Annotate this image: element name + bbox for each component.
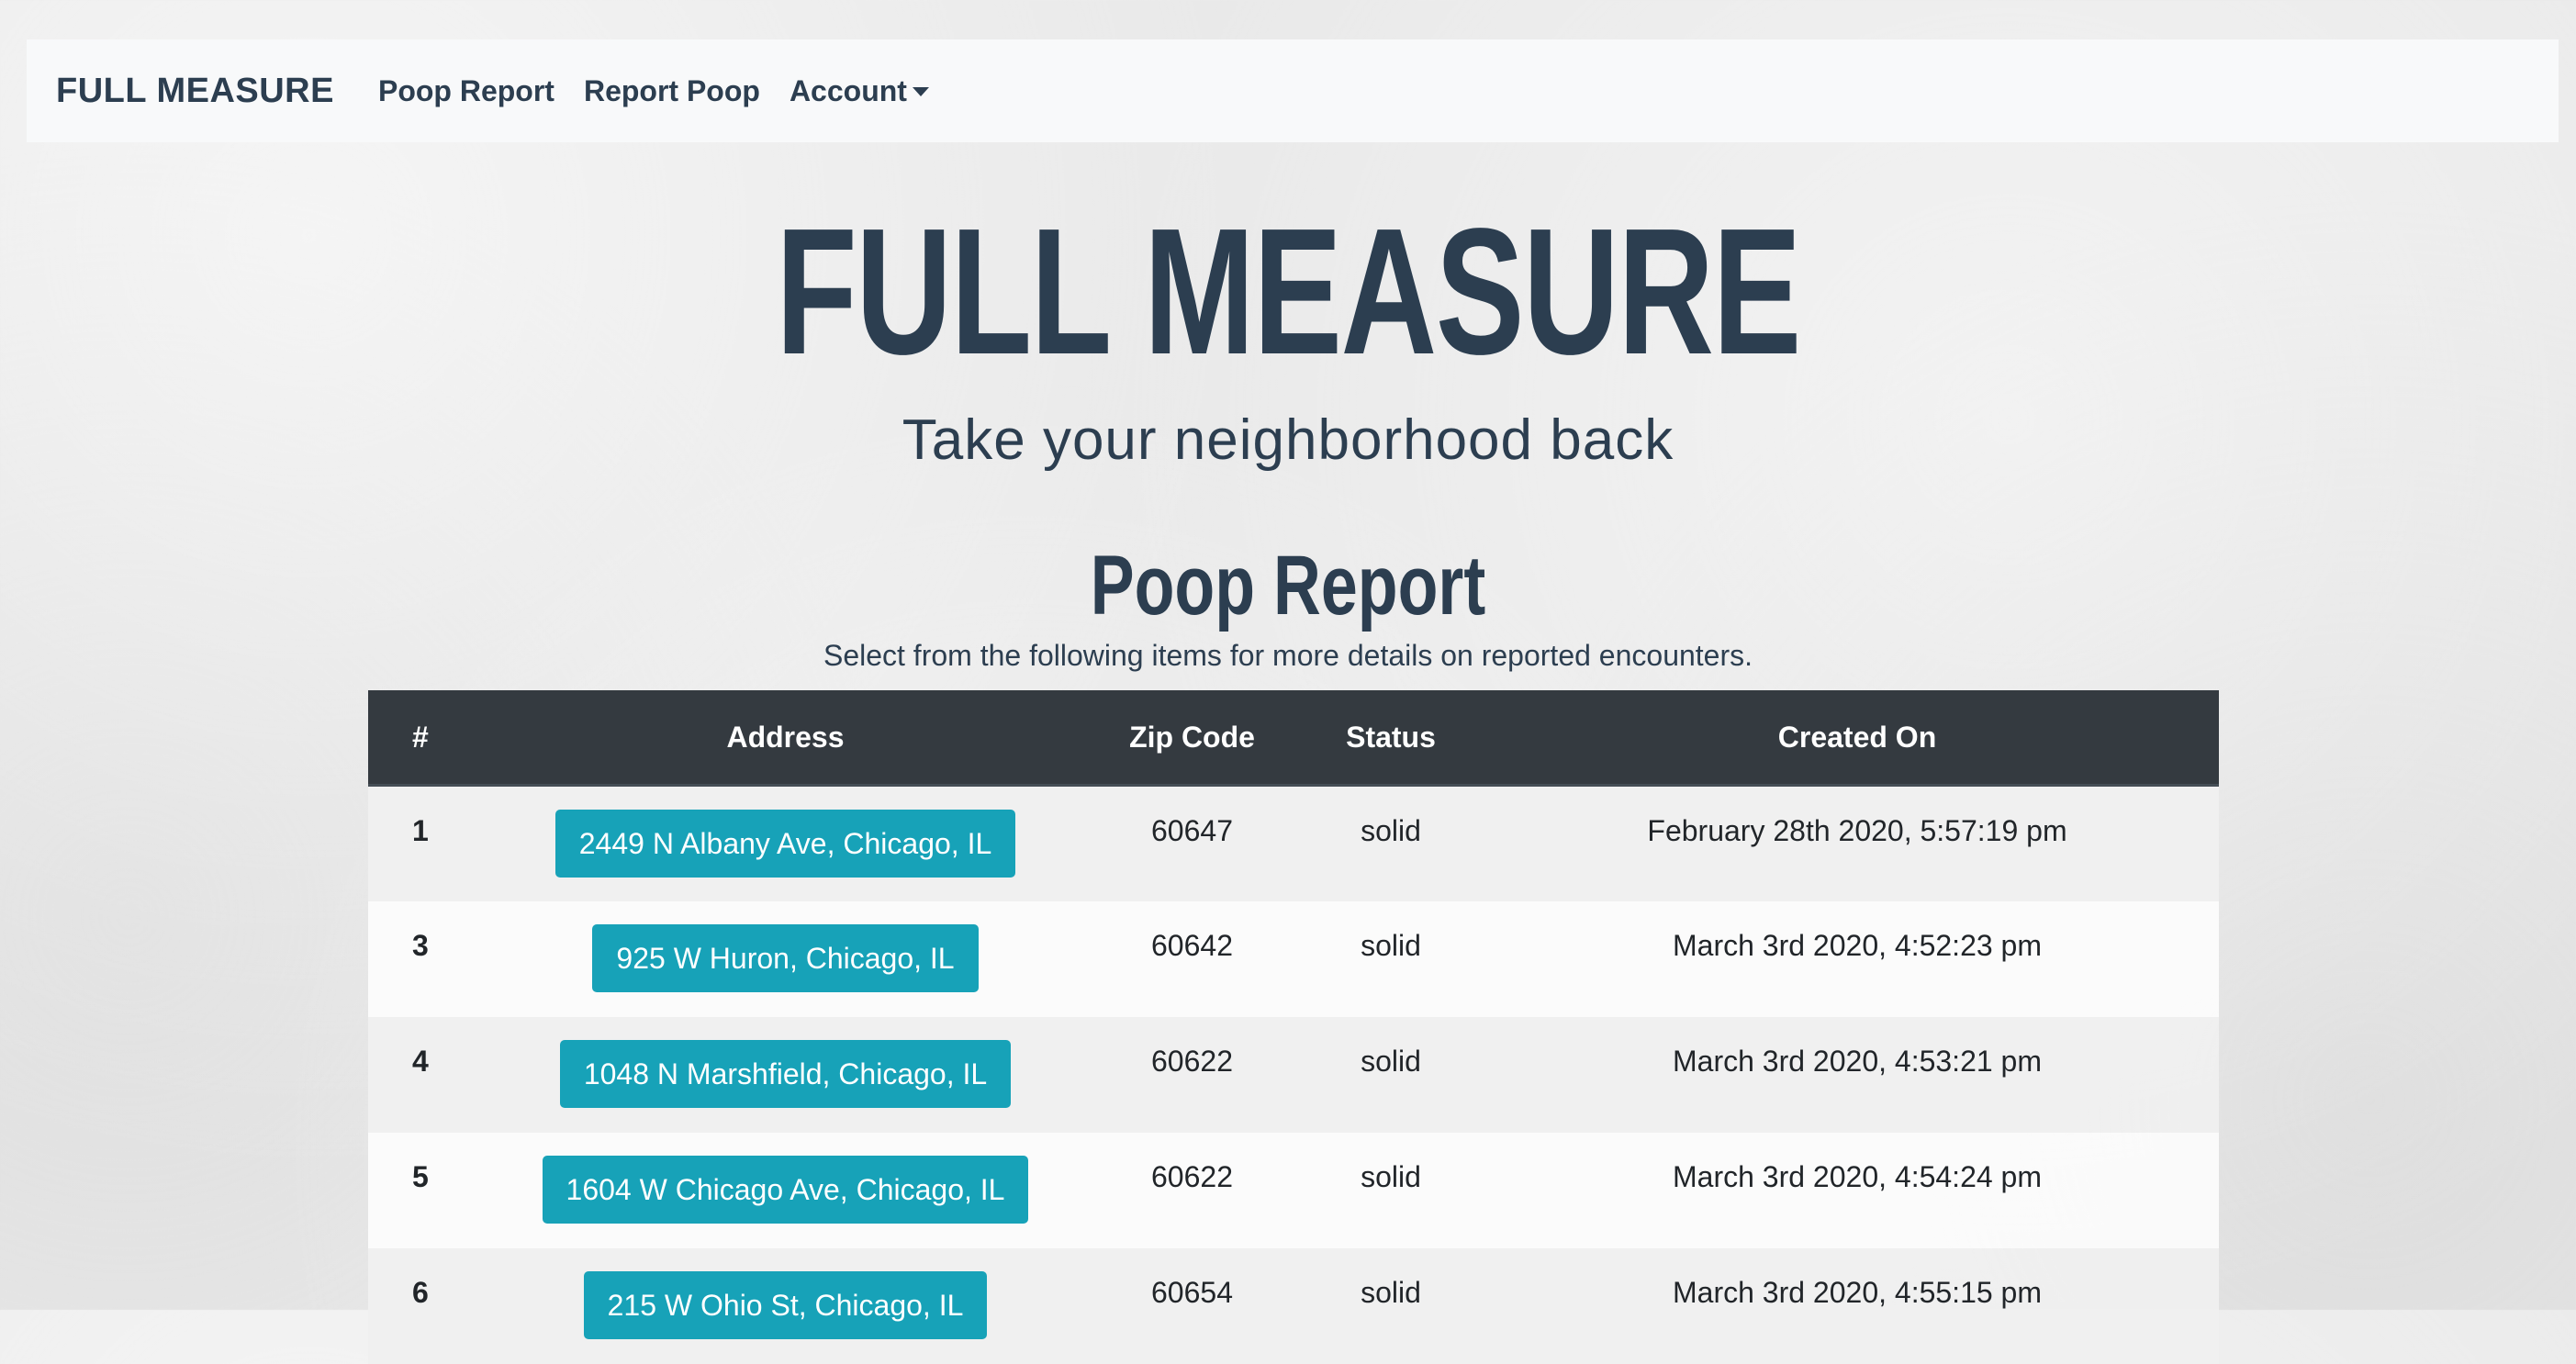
address-button[interactable]: 2449 N Albany Ave, Chicago, IL	[554, 810, 1016, 878]
row-number: 1	[368, 785, 473, 901]
status-cell: solid	[1286, 1247, 1495, 1364]
zip-code-cell: 60647	[1098, 785, 1286, 901]
table-row: 4 1048 N Marshfield, Chicago, IL 60622 s…	[368, 1016, 2219, 1133]
zip-code-cell: 60654	[1098, 1247, 1286, 1364]
created-on-cell: March 3rd 2020, 4:55:15 pm	[1495, 1247, 2219, 1364]
table-row: 5 1604 W Chicago Ave, Chicago, IL 60622 …	[368, 1132, 2219, 1248]
address-button[interactable]: 215 W Ohio St, Chicago, IL	[583, 1270, 988, 1339]
zip-code-cell: 60642	[1098, 900, 1286, 1017]
row-number: 6	[368, 1247, 473, 1364]
status-cell: solid	[1286, 785, 1495, 901]
zip-code-cell: 60622	[1098, 1132, 1286, 1248]
nav-account-label: Account	[789, 73, 907, 107]
column-header-created-on: Created On	[1495, 690, 2219, 787]
column-header-address: Address	[473, 690, 1098, 787]
row-number: 5	[368, 1132, 473, 1248]
status-cell: solid	[1286, 900, 1495, 1017]
created-on-cell: March 3rd 2020, 4:52:23 pm	[1495, 900, 2219, 1017]
created-on-cell: March 3rd 2020, 4:54:24 pm	[1495, 1132, 2219, 1248]
table-row: 1 2449 N Albany Ave, Chicago, IL 60647 s…	[368, 785, 2219, 901]
top-navbar: FULL MEASURE Poop Report Report Poop Acc…	[27, 39, 2559, 142]
created-on-cell: March 3rd 2020, 4:53:21 pm	[1495, 1016, 2219, 1133]
address-cell: 215 W Ohio St, Chicago, IL	[473, 1247, 1098, 1364]
address-cell: 925 W Huron, Chicago, IL	[473, 900, 1098, 1017]
address-cell: 1604 W Chicago Ave, Chicago, IL	[473, 1132, 1098, 1248]
report-table: # Address Zip Code Status Created On 1 2…	[368, 690, 2219, 1364]
nav-link-poop-report[interactable]: Poop Report	[378, 74, 554, 108]
table-header-row: # Address Zip Code Status Created On	[368, 690, 2219, 787]
address-cell: 1048 N Marshfield, Chicago, IL	[473, 1016, 1098, 1133]
hero-subtitle: Take your neighborhood back	[902, 408, 1674, 472]
hero-title: FULL MEASURE	[776, 191, 1801, 392]
report-title: Poop Report	[1090, 539, 1486, 632]
created-on-cell: February 28th 2020, 5:57:19 pm	[1495, 785, 2219, 901]
report-description: Select from the following items for more…	[823, 639, 1753, 672]
navbar-brand[interactable]: FULL MEASURE	[56, 72, 334, 111]
column-header-zip-code: Zip Code	[1098, 690, 1286, 787]
address-button[interactable]: 1604 W Chicago Ave, Chicago, IL	[542, 1155, 1029, 1224]
status-cell: solid	[1286, 1132, 1495, 1248]
nav-account-dropdown[interactable]: Account	[790, 74, 929, 108]
address-button[interactable]: 1048 N Marshfield, Chicago, IL	[559, 1039, 1012, 1108]
address-cell: 2449 N Albany Ave, Chicago, IL	[473, 785, 1098, 901]
status-cell: solid	[1286, 1016, 1495, 1133]
zip-code-cell: 60622	[1098, 1016, 1286, 1133]
table-row: 3 925 W Huron, Chicago, IL 60642 solid M…	[368, 900, 2219, 1017]
row-number: 4	[368, 1016, 473, 1133]
row-number: 3	[368, 900, 473, 1017]
caret-down-icon	[912, 87, 929, 96]
address-button[interactable]: 925 W Huron, Chicago, IL	[592, 923, 979, 992]
column-header-status: Status	[1286, 690, 1495, 787]
nav-link-report-poop[interactable]: Report Poop	[584, 74, 760, 108]
table-row: 6 215 W Ohio St, Chicago, IL 60654 solid…	[368, 1247, 2219, 1364]
column-header-number: #	[368, 690, 473, 787]
